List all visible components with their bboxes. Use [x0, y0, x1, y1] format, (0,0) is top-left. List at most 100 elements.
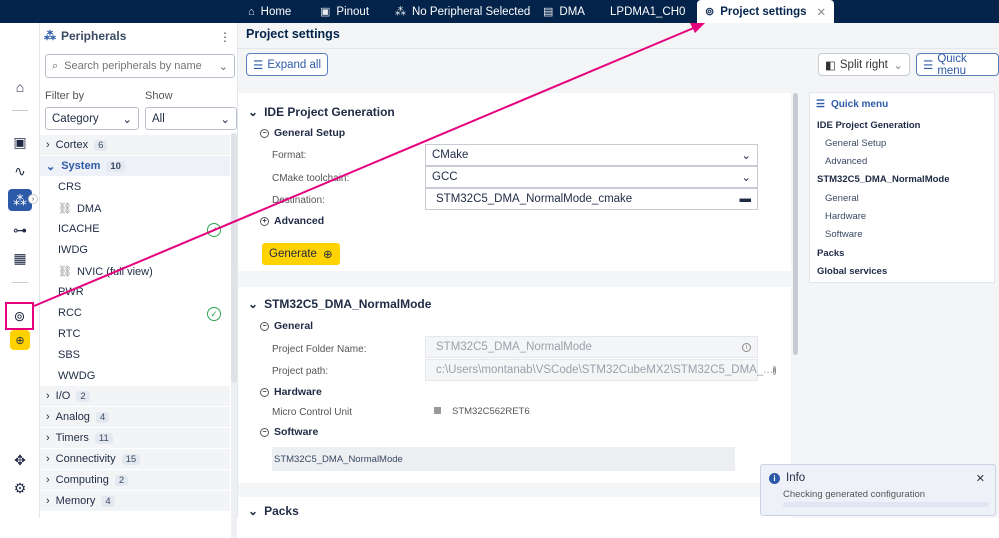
collapse-icon: − — [260, 427, 269, 437]
list-item-rcc[interactable]: RCC — [58, 307, 82, 319]
chevron-down-icon: ⌄ — [248, 504, 259, 518]
scrollbar-thumb[interactable] — [231, 133, 237, 383]
chip-icon — [434, 407, 441, 414]
chevron-right-icon: › — [46, 139, 50, 151]
info-icon[interactable]: i — [742, 342, 751, 352]
subsection-hardware[interactable]: − Hardware — [260, 386, 322, 398]
generate-button[interactable]: Generate ⊕ — [262, 243, 340, 265]
quick-menu-item[interactable]: IDE Project Generation — [817, 120, 920, 131]
middleware-icon[interactable]: ⊶ — [8, 219, 32, 241]
format-select[interactable]: CMake ⌄ — [425, 144, 758, 166]
search-input[interactable] — [64, 60, 205, 72]
sidebar-scrollbar[interactable] — [231, 133, 237, 538]
clock-config-icon[interactable]: ∿ — [8, 160, 32, 182]
category-memory[interactable]: › Memory 4 — [40, 491, 230, 511]
quick-menu-item[interactable]: Hardware — [825, 211, 866, 222]
project-settings-icon[interactable]: ⊚ — [5, 302, 34, 330]
main-scrollbar[interactable] — [793, 93, 798, 355]
tab-no-peripheral[interactable]: ⁂ No Peripheral Selected — [395, 0, 530, 23]
quick-menu-item[interactable]: Packs — [817, 248, 844, 259]
toolchain-label: CMake toolchain: — [272, 173, 350, 184]
chevron-down-icon: ⌄ — [248, 105, 259, 119]
arrow-circle-icon: ⊕ — [322, 249, 333, 261]
section-header[interactable]: ⌄ Packs — [248, 504, 299, 518]
quick-menu-item[interactable]: General Setup — [825, 138, 886, 149]
quick-menu-item[interactable]: Advanced — [825, 156, 867, 167]
folder-icon[interactable]: ▬ — [740, 193, 752, 205]
chevron-down-icon: ⌄ — [220, 113, 230, 126]
peripherals-icon: ⁂ — [395, 6, 406, 18]
settings-icon: ⊚ — [705, 6, 715, 18]
close-icon[interactable]: ✕ — [817, 5, 827, 19]
tab-project-settings[interactable]: ⊚ Project settings ✕ — [697, 0, 835, 23]
category-computing[interactable]: › Computing 2 — [40, 470, 230, 490]
subsection-general-setup[interactable]: − General Setup — [260, 127, 345, 139]
generate-icon[interactable]: ⊕ — [10, 330, 30, 350]
close-icon[interactable]: ✕ — [976, 472, 985, 485]
page-title: Project settings — [246, 27, 340, 41]
split-right-button[interactable]: ◧ Split right ⌄ — [818, 53, 910, 76]
chevron-right-icon: › — [46, 453, 50, 465]
quick-menu-item[interactable]: General — [825, 193, 859, 204]
progress-bar — [783, 502, 989, 507]
subsection-general[interactable]: − General — [260, 320, 313, 332]
chevron-down-icon: ⌄ — [741, 172, 751, 184]
expand-icon: ☰ — [253, 59, 264, 72]
list-item-nvic[interactable]: ⛓ NVIC (full view) — [58, 265, 153, 279]
search-icon: ⌕ — [52, 59, 59, 72]
home-icon[interactable]: ⌂ — [8, 76, 32, 98]
extensions-icon[interactable]: ✥ — [8, 449, 32, 471]
category-system[interactable]: ⌄ System 10 — [40, 156, 230, 176]
category-analog[interactable]: › Analog 4 — [40, 407, 230, 427]
section-header[interactable]: ⌄ STM32C5_DMA_NormalMode — [248, 297, 431, 311]
list-item-sbs[interactable]: SBS — [58, 349, 80, 361]
quick-menu-item[interactable]: STM32C5_DMA_NormalMode — [817, 174, 950, 185]
peripherals-icon: ⁂ — [44, 29, 56, 43]
show-label: Show — [145, 90, 173, 102]
category-timers[interactable]: › Timers 11 — [40, 428, 230, 448]
list-item-wwdg[interactable]: WWDG — [58, 370, 95, 382]
category-connectivity[interactable]: › Connectivity 15 — [40, 449, 230, 469]
info-icon[interactable]: i — [772, 365, 777, 375]
quick-menu-button[interactable]: ☰ Quick menu — [916, 53, 999, 77]
expand-chevron-icon[interactable]: › — [28, 194, 38, 204]
tab-pinout[interactable]: ▣ Pinout — [320, 0, 369, 23]
list-item-icache[interactable]: ICACHE — [58, 223, 100, 235]
list-item-crs[interactable]: CRS — [58, 181, 81, 193]
category-cortex[interactable]: › Cortex 6 — [40, 135, 230, 155]
subsection-software[interactable]: − Software — [260, 426, 318, 438]
quick-menu-panel: ☰ Quick menu IDE Project Generation Gener… — [809, 92, 995, 283]
list-item-dma[interactable]: ⛓ DMA — [58, 202, 101, 216]
quick-menu-title: ☰ Quick menu — [816, 99, 889, 110]
home-icon: ⌂ — [248, 5, 255, 18]
list-item-pwr[interactable]: PWR — [58, 286, 84, 298]
chevron-down-icon: ⌄ — [122, 113, 132, 126]
quick-menu-item[interactable]: Global services — [817, 266, 887, 277]
section-header[interactable]: ⌄ IDE Project Generation — [248, 105, 395, 119]
subsection-advanced[interactable]: + Advanced — [260, 215, 324, 227]
quick-menu-item[interactable]: Software — [825, 229, 863, 240]
expand-all-button[interactable]: ☰ Expand all — [246, 53, 329, 76]
list-item-iwdg[interactable]: IWDG — [58, 244, 88, 256]
search-field[interactable]: ⌕⌄ — [45, 54, 235, 78]
gear-icon[interactable]: ⚙ — [8, 477, 32, 499]
menu-icon: ☰ — [816, 99, 825, 110]
chip-icon[interactable]: ▣ — [8, 131, 32, 153]
collapse-icon: − — [260, 128, 269, 138]
board-icon[interactable]: ▦ — [8, 247, 32, 269]
tab-home[interactable]: ⌂ Home — [248, 0, 291, 23]
category-io[interactable]: › I/O 2 — [40, 386, 230, 406]
panel-title: ⁂ Peripherals — [44, 29, 127, 43]
tab-lpdma1-ch0[interactable]: LPDMA1_CH0 — [610, 0, 685, 23]
list-item-rtc[interactable]: RTC — [58, 328, 80, 340]
destination-field[interactable]: STM32C5_DMA_NormalMode_cmake ▬ — [425, 188, 758, 210]
software-package-row[interactable]: STM32C5_DMA_NormalMode — [272, 447, 735, 471]
tab-dma[interactable]: ▤ DMA — [543, 0, 585, 23]
toolchain-select[interactable]: GCC ⌄ — [425, 166, 758, 188]
show-select[interactable]: All ⌄ — [145, 107, 237, 130]
chevron-down-icon[interactable]: ⌄ — [219, 60, 228, 73]
chevron-down-icon: ⌄ — [741, 150, 751, 162]
more-options-icon[interactable]: ⋮ — [219, 30, 231, 44]
filter-select[interactable]: Category ⌄ — [45, 107, 139, 130]
info-toast: i Info ✕ Checking generated configuration — [760, 464, 996, 516]
